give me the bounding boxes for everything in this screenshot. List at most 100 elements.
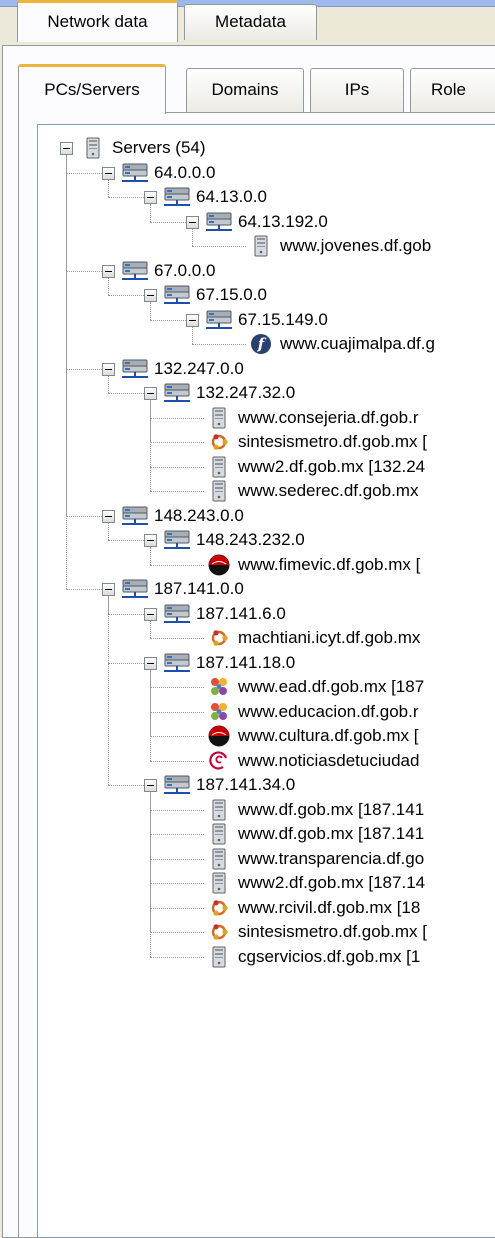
tree-node-label: cgservicios.df.gob.mx [1	[238, 946, 421, 966]
network-icon	[162, 529, 192, 551]
tree-node-label: www2.df.gob.mx [132.24	[238, 456, 426, 476]
network-icon	[204, 211, 234, 233]
network-icon	[162, 774, 192, 796]
tree-node-label: www.transparencia.df.go	[238, 848, 425, 868]
tree-connector	[66, 172, 102, 174]
tree-connector	[108, 277, 109, 295]
server-tower-icon	[204, 456, 234, 478]
tree-connector	[150, 319, 186, 321]
network-icon	[162, 186, 192, 208]
tree-connector	[108, 540, 144, 541]
tree-connector	[108, 522, 109, 540]
tree-connector	[150, 204, 151, 222]
tree-connector	[150, 883, 204, 884]
collapse-toggle-icon[interactable]	[144, 387, 157, 400]
tree-connector	[108, 662, 144, 664]
collapse-toggle-icon[interactable]	[144, 191, 157, 204]
tree-connector	[150, 221, 186, 223]
tree-node-label: 187.141.6.0	[196, 603, 286, 623]
network-icon	[120, 162, 150, 184]
tree-node-label: 132.247.0.0	[154, 358, 244, 378]
tree-node-label: 67.0.0.0	[154, 260, 216, 280]
fedora-icon: f	[246, 333, 276, 355]
debian-icon	[204, 750, 234, 772]
tree-node-label: 64.13.0.0	[196, 187, 267, 206]
tree-connector	[150, 834, 204, 835]
tree-connector	[108, 179, 109, 197]
tree-connector	[150, 564, 204, 566]
collapse-toggle-icon[interactable]	[186, 215, 199, 229]
tree-node-label: www.df.gob.mx [187.141	[238, 824, 425, 843]
tree-node-label: sintesismetro.df.gob.mx [	[238, 922, 427, 941]
network-icon	[120, 260, 150, 282]
tree-connector	[66, 515, 102, 517]
tree-node-label: 187.141.34.0	[196, 775, 296, 794]
tree-connector	[150, 809, 204, 811]
tree-node-label: www.cultura.df.gob.mx [	[238, 726, 419, 745]
network-icon	[162, 603, 192, 625]
server-tower-icon	[204, 823, 234, 845]
ubuntu-icon	[204, 921, 234, 943]
network-icon	[162, 284, 192, 306]
redhat-icon	[204, 725, 234, 747]
tree-connector	[108, 375, 109, 393]
tree-connector	[108, 785, 144, 786]
server-tree-view[interactable]: Servers (54) 64.0.0.0 64.13.0.0 64.13.192.0…	[37, 124, 495, 1238]
collapse-toggle-icon[interactable]	[102, 509, 115, 523]
collapse-toggle-icon[interactable]	[144, 534, 157, 547]
tree-connector	[150, 400, 151, 491]
tree-node-label: Servers (54)	[112, 138, 206, 157]
tab-domains[interactable]: Domains	[186, 68, 304, 112]
collapse-toggle-icon[interactable]	[60, 142, 73, 155]
network-icon	[162, 382, 192, 404]
tree-node-label: 64.0.0.0	[154, 162, 216, 182]
tree-node-label: www.jovenes.df.gob	[280, 236, 432, 255]
tree-connector	[66, 155, 67, 589]
tree-node-label: 187.141.0.0	[154, 579, 244, 598]
tree-connector	[108, 393, 144, 394]
tree-node-label: 67.15.149.0	[238, 309, 328, 329]
network-icon	[204, 309, 234, 331]
tab-roles[interactable]: Role	[410, 68, 495, 112]
tree-node-label: 148.243.0.0	[154, 505, 244, 525]
tree-connector	[108, 596, 109, 785]
collapse-toggle-icon[interactable]	[186, 313, 199, 327]
collapse-toggle-icon[interactable]	[144, 656, 157, 670]
server-tower-icon	[204, 799, 234, 821]
tree-connector	[108, 613, 144, 615]
tree-node-label: www.consejeria.df.gob.r	[238, 407, 419, 427]
tree-connector	[192, 246, 246, 247]
collapse-toggle-icon[interactable]	[102, 583, 115, 596]
collapse-toggle-icon[interactable]	[144, 289, 157, 302]
tree-node-label: 64.13.192.0	[238, 211, 328, 231]
tab-ips[interactable]: IPs	[310, 68, 404, 112]
tab-pcs-servers[interactable]: PCs/Servers	[18, 64, 166, 114]
tab-ips-label: IPs	[344, 80, 370, 99]
ubuntu-icon	[204, 431, 234, 453]
tree-node-label: www2.df.gob.mx [187.14	[238, 873, 426, 892]
tree-connector	[150, 760, 204, 762]
server-tower-icon	[204, 480, 234, 502]
server-tower-icon	[204, 848, 234, 870]
ubuntu-icon	[204, 627, 234, 649]
server-tower-icon	[204, 946, 234, 968]
tree-connector	[150, 932, 204, 933]
network-icon	[120, 578, 150, 600]
collapse-toggle-icon[interactable]	[102, 166, 115, 180]
tree-connector	[192, 326, 193, 344]
tab-network-data-label: Network data	[47, 12, 148, 31]
tab-network-data[interactable]: Network data	[17, 0, 178, 42]
tree-connector	[108, 197, 144, 198]
tree-connector	[150, 858, 204, 860]
collapse-toggle-icon[interactable]	[144, 607, 157, 621]
tree-node-label: www.rcivil.df.gob.mx [18	[238, 897, 421, 917]
tree-connector	[150, 491, 204, 492]
collapse-toggle-icon[interactable]	[102, 362, 115, 376]
tab-metadata-label: Metadata	[215, 12, 286, 31]
tab-metadata[interactable]: Metadata	[184, 4, 317, 40]
suse-icon	[204, 701, 234, 723]
tree-node-label: www.df.gob.mx [187.141	[238, 799, 425, 819]
collapse-toggle-icon[interactable]	[144, 779, 157, 792]
tree-connector	[150, 669, 151, 761]
collapse-toggle-icon[interactable]	[102, 264, 115, 278]
